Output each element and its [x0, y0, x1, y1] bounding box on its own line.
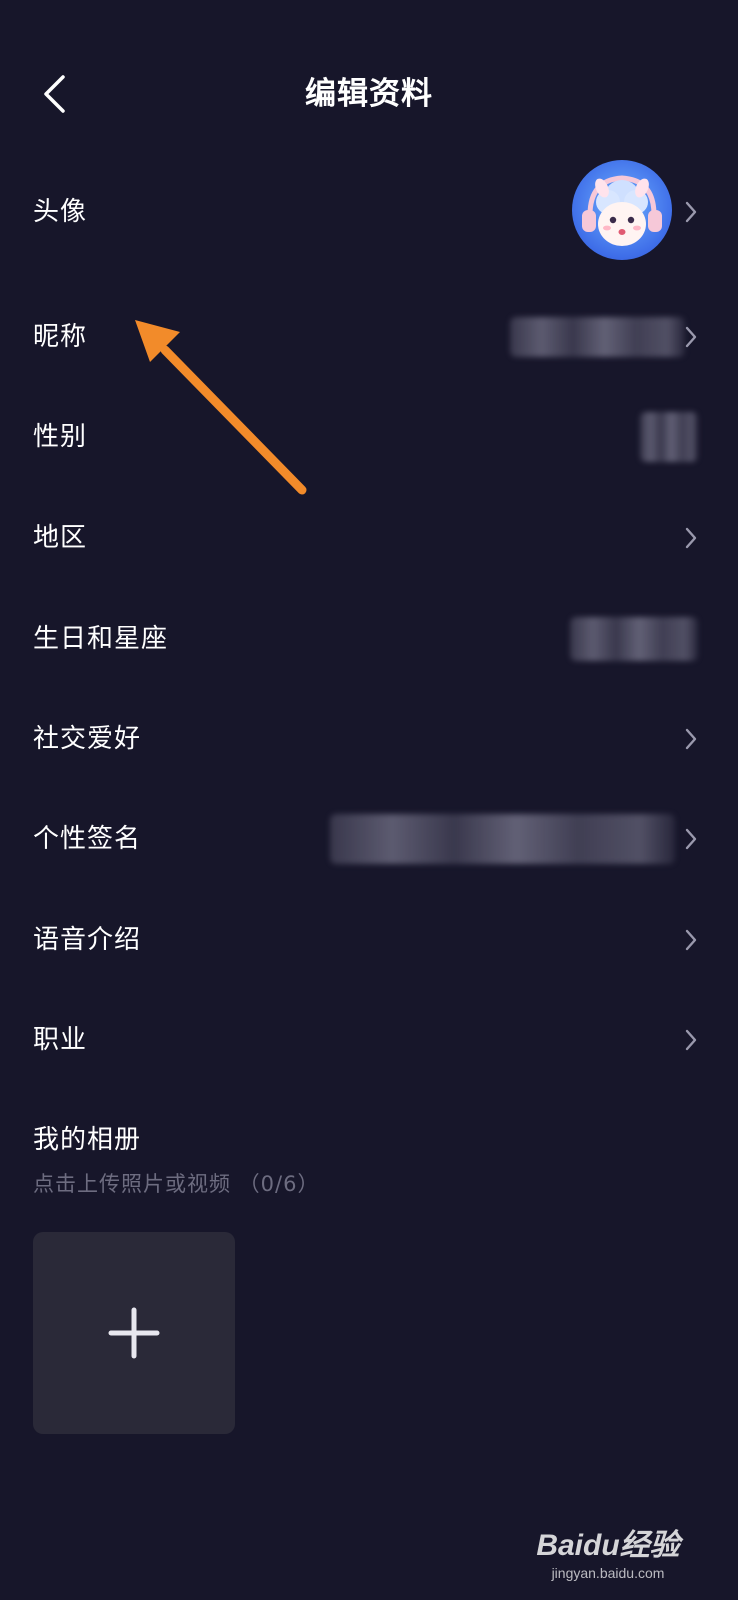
baidu-watermark: Baidu经验 jingyan.baidu.com [508, 1528, 708, 1582]
signature-value-redacted [330, 814, 675, 864]
row-region[interactable]: 地区 [0, 488, 738, 588]
row-label-birthday: 生日和星座 [33, 624, 169, 654]
row-label-gender: 性别 [33, 422, 88, 452]
row-signature[interactable]: 个性签名 [0, 789, 738, 889]
chevron-right-icon [685, 828, 697, 850]
album-upload-hint: 点击上传照片或视频 （0/6） [33, 1172, 320, 1196]
avatar[interactable] [572, 160, 672, 260]
row-hobbies[interactable]: 社交爱好 [0, 689, 738, 789]
edit-profile-screen: 编辑资料 头像 昵称 性别 地区 生日和星座 社交爱好 个性签名 语音介绍 职业… [0, 0, 738, 1600]
birthday-value-redacted [570, 617, 698, 661]
alpaca-avatar-image [582, 175, 662, 246]
row-gender[interactable]: 性别 [0, 387, 738, 487]
row-occupation[interactable]: 职业 [0, 990, 738, 1090]
row-label-signature: 个性签名 [33, 824, 142, 854]
chevron-right-icon [685, 1029, 697, 1051]
page-title: 编辑资料 [305, 76, 433, 112]
row-label-region: 地区 [33, 523, 88, 553]
row-label-avatar: 头像 [33, 197, 88, 227]
nickname-value-redacted [510, 317, 685, 357]
row-label-voice-intro: 语音介绍 [33, 925, 142, 955]
watermark-brand: Baidu经验 [536, 1529, 680, 1562]
row-nickname[interactable]: 昵称 [0, 287, 738, 387]
chevron-right-icon [685, 201, 697, 223]
row-label-hobbies: 社交爱好 [33, 724, 142, 754]
album-title: 我的相册 [33, 1125, 142, 1155]
watermark-url: jingyan.baidu.com [551, 1565, 665, 1581]
row-birthday[interactable]: 生日和星座 [0, 589, 738, 689]
chevron-right-icon [685, 929, 697, 951]
chevron-right-icon [685, 527, 697, 549]
chevron-right-icon [685, 326, 697, 348]
chevron-right-icon [685, 728, 697, 750]
plus-icon [108, 1307, 160, 1359]
row-label-occupation: 职业 [33, 1025, 88, 1055]
gender-value-redacted [640, 412, 698, 462]
row-voice-intro[interactable]: 语音介绍 [0, 890, 738, 990]
row-label-nickname: 昵称 [33, 322, 88, 352]
album-upload-button[interactable] [33, 1232, 235, 1434]
